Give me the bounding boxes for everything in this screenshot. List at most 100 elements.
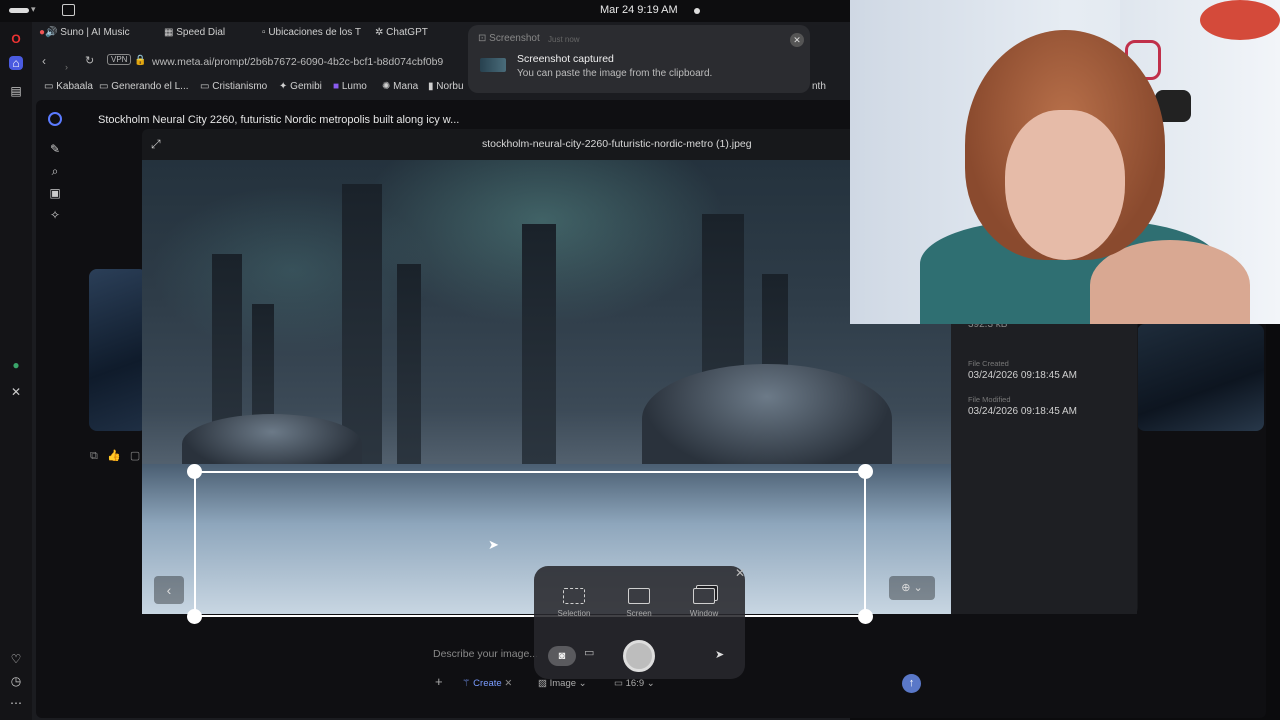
spire xyxy=(397,264,421,474)
chevron-down-icon: ⌄ xyxy=(646,678,655,689)
close-icon[interactable]: ✕ xyxy=(790,33,804,47)
url-field[interactable]: www.meta.ai/prompt/2b6b7672-6090-4b2c-bc… xyxy=(152,56,443,68)
bookmark-label: nth xyxy=(812,81,826,92)
expand-icon[interactable]: ⤢ xyxy=(151,137,161,152)
create-chip[interactable]: ⚚ Create ✕ xyxy=(462,678,512,689)
home-icon[interactable]: ⌂ xyxy=(9,56,23,70)
pointer-icon: ➤ xyxy=(715,649,725,661)
tab-label: Suno | AI Music xyxy=(60,27,130,38)
bookmark-cristianismo[interactable]: ▭ Cristianismo xyxy=(200,81,267,92)
add-icon[interactable]: + xyxy=(435,674,443,689)
bookmark-label: Gemibi xyxy=(290,81,322,92)
window-option[interactable]: Window xyxy=(679,588,729,618)
activities-indicator[interactable] xyxy=(9,8,29,13)
bookmark-kabaala[interactable]: ▭ Kabaala xyxy=(44,81,93,92)
bookmark-lumo[interactable]: ■ Lumo xyxy=(333,81,367,92)
screen-option[interactable]: Screen xyxy=(614,588,664,618)
notification-dot-icon xyxy=(694,8,700,14)
copy-icon[interactable]: ⧉ xyxy=(90,450,98,462)
reaction-bar: ⧉ 👍 ▢ xyxy=(90,449,140,463)
capture-button[interactable] xyxy=(623,640,655,672)
zoom-icon: ⊕ xyxy=(901,582,911,594)
meta-ai-sidebar: ✎ ⌕ ▣ ✧ xyxy=(38,100,70,700)
image-label: Image xyxy=(549,678,577,689)
tab-label: Ubicaciones de los T xyxy=(268,27,361,38)
chevron-down-icon[interactable]: ▾ xyxy=(31,4,36,15)
reload-icon[interactable]: ↻ xyxy=(85,54,94,67)
bookmark-generando[interactable]: ▭ Generando el L... xyxy=(99,81,189,92)
page-icon: ▫ xyxy=(262,27,266,38)
resize-handle-bottom-left[interactable] xyxy=(187,609,202,624)
window-icon[interactable] xyxy=(62,4,75,16)
option-label: Screen xyxy=(626,609,652,618)
aspect-ratio-select[interactable]: ▭ 16:9 ⌄ xyxy=(614,678,655,689)
vpn-icon[interactable]: VPN xyxy=(107,54,132,65)
previous-image-button[interactable]: ‹ xyxy=(154,576,184,604)
image-mode-select[interactable]: ▨ Image ⌄ xyxy=(538,678,587,689)
meta-ai-logo-icon[interactable] xyxy=(48,112,62,126)
bookmark-norbu[interactable]: ▮ Norbu xyxy=(428,81,464,92)
resize-handle-top-right[interactable] xyxy=(858,464,873,479)
chatgpt-icon: ✲ xyxy=(375,27,384,38)
prompt-title: Stockholm Neural City 2260, futuristic N… xyxy=(98,114,460,126)
screenshot-selection-area[interactable] xyxy=(187,464,873,624)
file-modified-label: File Modified xyxy=(968,395,1011,404)
webcam-overlay xyxy=(850,0,1280,324)
notification-title: Screenshot captured xyxy=(517,53,614,65)
search-icon[interactable]: ⌕ xyxy=(48,164,62,178)
whatsapp-icon[interactable]: ● xyxy=(9,358,23,372)
selection-option[interactable]: Selection xyxy=(549,588,599,618)
document-icon[interactable]: ▤ xyxy=(9,84,23,98)
file-info-panel: 392.3 kB File Created 03/24/2026 09:18:4… xyxy=(951,319,1137,614)
bookmark-mana[interactable]: ✺ Mana xyxy=(382,81,418,92)
screenshot-notification[interactable]: ⊡ Screenshot Just now Screenshot capture… xyxy=(468,25,810,93)
new-chat-icon[interactable]: ✎ xyxy=(48,142,62,156)
x-icon[interactable]: ✕ xyxy=(9,385,23,399)
resize-handle-bottom-right[interactable] xyxy=(858,609,873,624)
back-icon[interactable]: ‹ xyxy=(42,54,46,68)
speed-dial-icon: ▦ xyxy=(164,27,174,38)
resize-handle-top-left[interactable] xyxy=(187,464,202,479)
notification-app-name: Screenshot xyxy=(489,33,540,44)
magic-wand-icon[interactable]: ✧ xyxy=(48,208,62,222)
bookmark-label: Generando el L... xyxy=(111,81,189,92)
audio-icon: ●🔊 xyxy=(39,27,58,38)
image-thumbnail-left[interactable] xyxy=(89,269,147,431)
prompt-input[interactable]: Describe your image... xyxy=(433,648,538,660)
heart-icon[interactable]: ♡ xyxy=(9,652,23,666)
thumbs-up-icon[interactable]: 👍 xyxy=(107,450,121,462)
history-icon[interactable]: ◷ xyxy=(9,674,23,688)
tab-ubicaciones[interactable]: ▫ Ubicaciones de los T xyxy=(262,27,361,38)
opera-logo-icon[interactable]: O xyxy=(9,32,23,46)
bookmark-nth[interactable]: nth xyxy=(812,81,826,92)
tab-suno[interactable]: ●🔊 Suno | AI Music xyxy=(39,27,130,38)
screencast-mode-toggle[interactable]: ▭ xyxy=(584,646,594,659)
send-button[interactable]: ↑ xyxy=(902,674,921,693)
notification-body: You can paste the image from the clipboa… xyxy=(517,68,713,79)
bookmark-gemibi[interactable]: ✦ Gemibi xyxy=(279,81,322,92)
show-pointer-toggle[interactable]: ➤ xyxy=(715,648,724,661)
screenshot-mode-toggle[interactable]: ◙ xyxy=(548,646,576,666)
browser-sidebar: O ⌂ ▤ ● ✕ ♡ ◷ ⋯ xyxy=(0,22,32,720)
file-created-label: File Created xyxy=(968,359,1009,368)
close-icon[interactable]: ✕ xyxy=(504,678,512,689)
close-icon[interactable]: ✕ xyxy=(735,566,745,580)
more-icon[interactable]: ⋯ xyxy=(9,696,23,710)
tab-speed-dial[interactable]: ▦ Speed Dial xyxy=(164,27,225,38)
video-icon: ▭ xyxy=(584,647,595,659)
image-icon: ▨ xyxy=(538,678,547,689)
bookmark-label: Lumo xyxy=(341,81,367,92)
dome xyxy=(642,364,892,474)
option-label: Window xyxy=(689,609,719,618)
forward-icon[interactable]: › xyxy=(65,62,68,72)
system-clock[interactable]: Mar 24 9:19 AM xyxy=(600,4,678,16)
option-label: Selection xyxy=(557,609,591,618)
camera-icon: ◙ xyxy=(558,650,566,662)
image-thumbnail-right[interactable] xyxy=(1137,324,1264,431)
zoom-button[interactable]: ⊕ ⌄ xyxy=(889,576,935,600)
comment-icon[interactable]: ▢ xyxy=(130,450,140,462)
library-icon[interactable]: ▣ xyxy=(48,186,62,200)
system-top-bar: ▾ Mar 24 9:19 AM xyxy=(0,0,850,22)
mouse-cursor-icon: ➤ xyxy=(488,537,499,552)
tab-chatgpt[interactable]: ✲ ChatGPT xyxy=(375,27,428,38)
